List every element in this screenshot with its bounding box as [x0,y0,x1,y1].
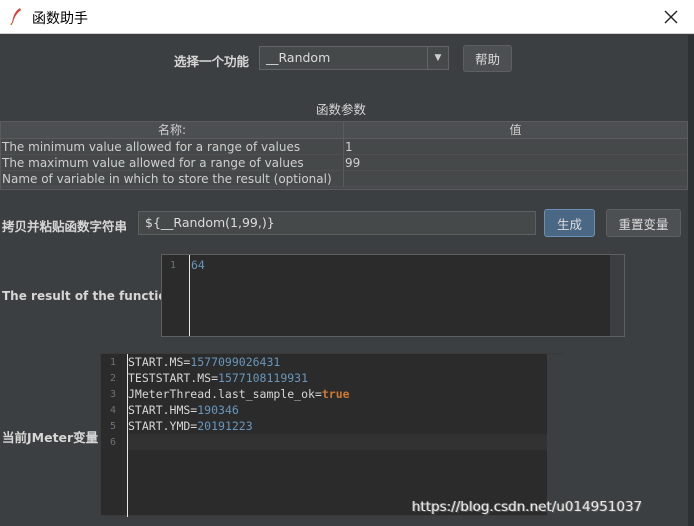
close-icon [664,10,678,23]
result-editor[interactable]: 1 64 [161,254,625,337]
column-header-name[interactable]: 名称: [1,122,344,139]
variable-value: 1577099026431 [190,355,281,369]
chevron-down-icon[interactable]: ▼ [427,47,448,69]
variable-line: START.MS=1577099026431 [128,355,280,369]
help-button[interactable]: 帮助 [463,45,512,72]
line-number: 4 [110,405,117,416]
jmeter-vars-label: 当前JMeter变量 [2,430,99,445]
window-title: 函数助手 [32,11,88,27]
line-number: 1 [170,260,177,271]
variable-key: START.HMS= [128,403,198,417]
watermark: https://blog.csdn.net/u014951037 [412,499,643,515]
params-title: 函数参数 [316,102,367,117]
function-string-label: 拷贝并粘贴函数字符串 [2,219,128,234]
line-number: 3 [110,389,117,400]
variable-line: START.HMS=190346 [128,403,239,417]
variable-value: 190346 [197,403,239,417]
variable-key: START.MS= [128,355,191,369]
variable-line: TESTSTART.MS=1577108119931 [128,371,308,385]
param-value-cell[interactable]: 1 [344,139,687,155]
variable-key: TESTSTART.MS= [128,371,219,385]
variable-line: START.YMD=20191223 [128,419,253,433]
param-name-cell[interactable]: Name of variable in which to store the r… [1,171,344,187]
feather-icon [10,8,21,25]
param-name-cell[interactable]: The maximum value allowed for a range of… [1,155,344,171]
generate-button[interactable]: 生成 [544,209,595,237]
variable-value: true [321,387,350,401]
line-number: 1 [110,357,117,368]
title-bar: 函数助手 [0,0,694,34]
right-edge [688,35,694,526]
variable-key: START.YMD= [128,419,198,433]
result-value: 64 [191,258,205,272]
param-name-cell[interactable]: The minimum value allowed for a range of… [1,139,344,155]
variable-key: JMeterThread.last_sample_ok= [128,387,322,401]
gutter-divider [189,255,190,336]
variable-value: 20191223 [197,419,253,433]
variable-line: JMeterThread.last_sample_ok=true [128,387,350,401]
variable-value: 1577108119931 [218,371,309,385]
param-value-cell[interactable]: 99 [344,155,687,171]
close-button[interactable] [648,0,694,33]
function-string-input[interactable]: ${__Random(1,99,)} [138,211,536,235]
params-table: 名称: 值 The minimum value allowed for a ra… [0,121,688,190]
param-value-cell[interactable] [344,171,687,187]
reset-variables-button[interactable]: 重置变量 [606,209,681,237]
function-select-label: 选择一个功能 [174,54,250,69]
vars-scrollbar[interactable] [547,354,564,517]
jmeter-vars-editor[interactable]: 1 START.MS=1577099026431 2 TESTSTART.MS=157… [100,353,564,517]
line-number: 2 [110,373,117,384]
line-number: 6 [110,437,117,448]
current-line-highlight [128,434,548,450]
line-number: 5 [110,421,117,432]
result-scrollbar[interactable] [610,255,624,336]
column-header-value[interactable]: 值 [344,122,687,139]
function-combobox-value: __Random [266,50,331,65]
function-combobox[interactable]: __Random ▼ [259,46,449,70]
